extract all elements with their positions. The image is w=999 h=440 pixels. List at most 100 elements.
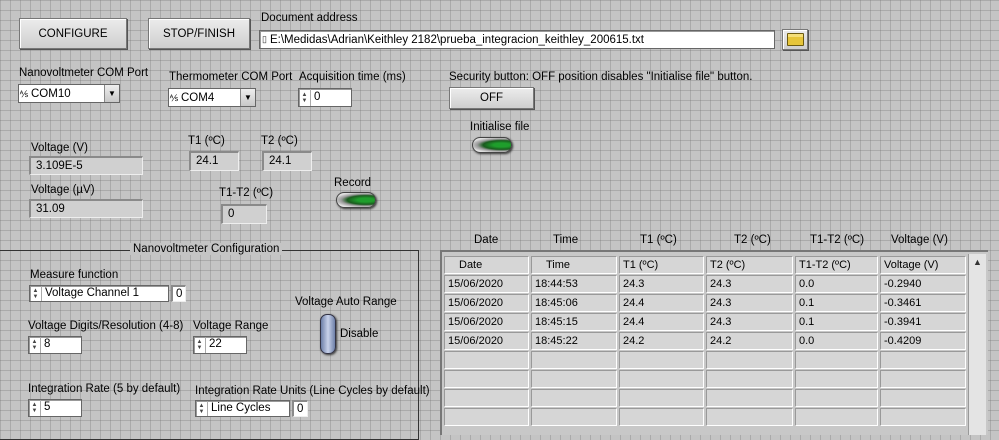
table-cell-empty[interactable] [706, 370, 793, 388]
table-cell[interactable]: 15/06/2020 [444, 313, 529, 331]
nanovoltmeter-com-value: COM10 [31, 87, 71, 100]
measure-function-label: Measure function [30, 269, 119, 281]
io-icon: ⅍ [19, 88, 29, 99]
table-cell[interactable]: 18:45:15 [531, 313, 617, 331]
table-header-voltage: Voltage (V) [880, 256, 966, 274]
chevron-down-icon[interactable]: ▼ [104, 85, 119, 102]
increment-decrement-icon[interactable]: ▲ ▼ [29, 400, 41, 416]
record-label: Record [334, 177, 372, 189]
table-cell-empty[interactable] [531, 389, 617, 407]
table-cell-empty[interactable] [444, 408, 529, 426]
table-cell-empty[interactable] [619, 408, 704, 426]
security-label: Security button: OFF position disables "… [449, 71, 753, 83]
table-cell-empty[interactable] [531, 351, 617, 369]
measure-function-select[interactable]: ▲ ▼ Voltage Channel 1 [29, 285, 169, 302]
table-cell-empty[interactable] [706, 351, 793, 369]
table-cell-empty[interactable] [795, 370, 878, 388]
integration-rate-units-select[interactable]: ▲ ▼ Line Cycles [195, 400, 290, 417]
outer-header-t1: T1 (ºC) [640, 234, 677, 246]
outer-header-voltage: Voltage (V) [891, 234, 948, 246]
voltage-v-label: Voltage (V) [31, 142, 88, 154]
table-cell[interactable]: 24.4 [619, 313, 704, 331]
voltage-digits-label: Voltage Digits/Resolution (4-8) [28, 320, 184, 332]
table-cell[interactable]: 24.2 [706, 332, 793, 350]
table-cell-empty[interactable] [444, 351, 529, 369]
table-cell[interactable]: 0.0 [795, 275, 878, 293]
table-cell[interactable]: 0.1 [795, 294, 878, 312]
table-cell[interactable]: -0.2940 [880, 275, 966, 293]
increment-decrement-icon[interactable]: ▲ ▼ [299, 89, 311, 106]
initialise-file-label: Initialise file [470, 121, 530, 133]
browse-folder-button[interactable] [782, 29, 808, 50]
table-cell-empty[interactable] [531, 408, 617, 426]
table-cell-empty[interactable] [880, 389, 966, 407]
table-cell[interactable]: 15/06/2020 [444, 294, 529, 312]
t1-t2-label: T1-T2 (ºC) [219, 187, 274, 199]
security-off-button[interactable]: OFF [449, 87, 534, 109]
integration-rate-label: Integration Rate (5 by default) [28, 383, 181, 395]
table-cell[interactable]: 24.3 [619, 275, 704, 293]
table-cell[interactable]: 0.1 [795, 313, 878, 331]
acquisition-time-value: 0 [314, 91, 321, 103]
table-cell[interactable]: 24.2 [619, 332, 704, 350]
table-cell-empty[interactable] [619, 389, 704, 407]
configuration-title: Nanovoltmeter Configuration [130, 243, 283, 255]
voltage-digits-input[interactable]: ▲ ▼ 8 [28, 336, 82, 354]
table-cell[interactable]: -0.3941 [880, 313, 966, 331]
nanovoltmeter-com-select[interactable]: ⅍ COM10 ▼ [18, 84, 120, 103]
table-cell-empty[interactable] [795, 389, 878, 407]
table-cell[interactable]: 15/06/2020 [444, 275, 529, 293]
table-cell-empty[interactable] [444, 370, 529, 388]
integration-rate-units-value: Line Cycles [211, 402, 271, 414]
table-cell[interactable]: 24.3 [706, 275, 793, 293]
increment-decrement-icon[interactable]: ▲ ▼ [29, 337, 41, 353]
table-cell-empty[interactable] [619, 351, 704, 369]
integration-rate-input[interactable]: ▲ ▼ 5 [28, 399, 82, 417]
table-cell-empty[interactable] [880, 370, 966, 388]
table-scrollbar[interactable]: ▲ [968, 254, 986, 435]
table-cell[interactable]: 24.4 [619, 294, 704, 312]
document-address-value: E:\Medidas\Adrian\Keithley 2182\prueba_i… [270, 33, 645, 46]
document-address-field[interactable]: ▯ E:\Medidas\Adrian\Keithley 2182\prueba… [259, 30, 775, 49]
nanovoltmeter-com-label: Nanovoltmeter COM Port [19, 67, 149, 79]
configure-button[interactable]: CONFIGURE [19, 18, 127, 49]
auto-range-state: Disable [340, 328, 379, 340]
stop-finish-button[interactable]: STOP/FINISH [148, 18, 250, 49]
measure-function-index: 0 [171, 285, 186, 302]
table-cell-empty[interactable] [619, 370, 704, 388]
table-cell[interactable]: 24.3 [706, 294, 793, 312]
initialise-file-button[interactable] [472, 137, 512, 153]
increment-decrement-icon[interactable]: ▲ ▼ [196, 401, 208, 416]
t2-indicator: 24.1 [262, 151, 312, 171]
table-cell-empty[interactable] [531, 370, 617, 388]
table-cell[interactable]: 24.3 [706, 313, 793, 331]
table-cell[interactable]: 18:45:22 [531, 332, 617, 350]
record-button[interactable] [336, 192, 376, 208]
acquisition-time-input[interactable]: ▲ ▼ 0 [298, 88, 352, 107]
table-cell[interactable]: -0.4209 [880, 332, 966, 350]
voltage-range-input[interactable]: ▲ ▼ 22 [193, 336, 247, 354]
table-cell-empty[interactable] [706, 408, 793, 426]
integration-rate-value: 5 [44, 401, 51, 413]
increment-decrement-icon[interactable]: ▲ ▼ [30, 286, 42, 301]
table-cell-empty[interactable] [795, 351, 878, 369]
thermometer-com-select[interactable]: ⅍ COM4 ▼ [168, 88, 256, 107]
chevron-down-icon[interactable]: ▼ [240, 89, 255, 106]
chevron-up-icon[interactable]: ▲ [969, 254, 986, 270]
path-type-icon: ▯ [262, 34, 267, 44]
table-cell-empty[interactable] [444, 389, 529, 407]
table-cell[interactable]: 15/06/2020 [444, 332, 529, 350]
table-cell-empty[interactable] [706, 389, 793, 407]
table-cell-empty[interactable] [880, 408, 966, 426]
outer-header-diff: T1-T2 (ºC) [810, 234, 865, 246]
voltage-range-value: 22 [209, 338, 222, 350]
table-cell-empty[interactable] [880, 351, 966, 369]
increment-decrement-icon[interactable]: ▲ ▼ [194, 337, 206, 353]
table-cell-empty[interactable] [795, 408, 878, 426]
table-cell[interactable]: -0.3461 [880, 294, 966, 312]
table-cell[interactable]: 0.0 [795, 332, 878, 350]
table-cell[interactable]: 18:45:06 [531, 294, 617, 312]
auto-range-toggle[interactable] [320, 314, 336, 354]
folder-icon [786, 33, 804, 46]
table-cell[interactable]: 18:44:53 [531, 275, 617, 293]
